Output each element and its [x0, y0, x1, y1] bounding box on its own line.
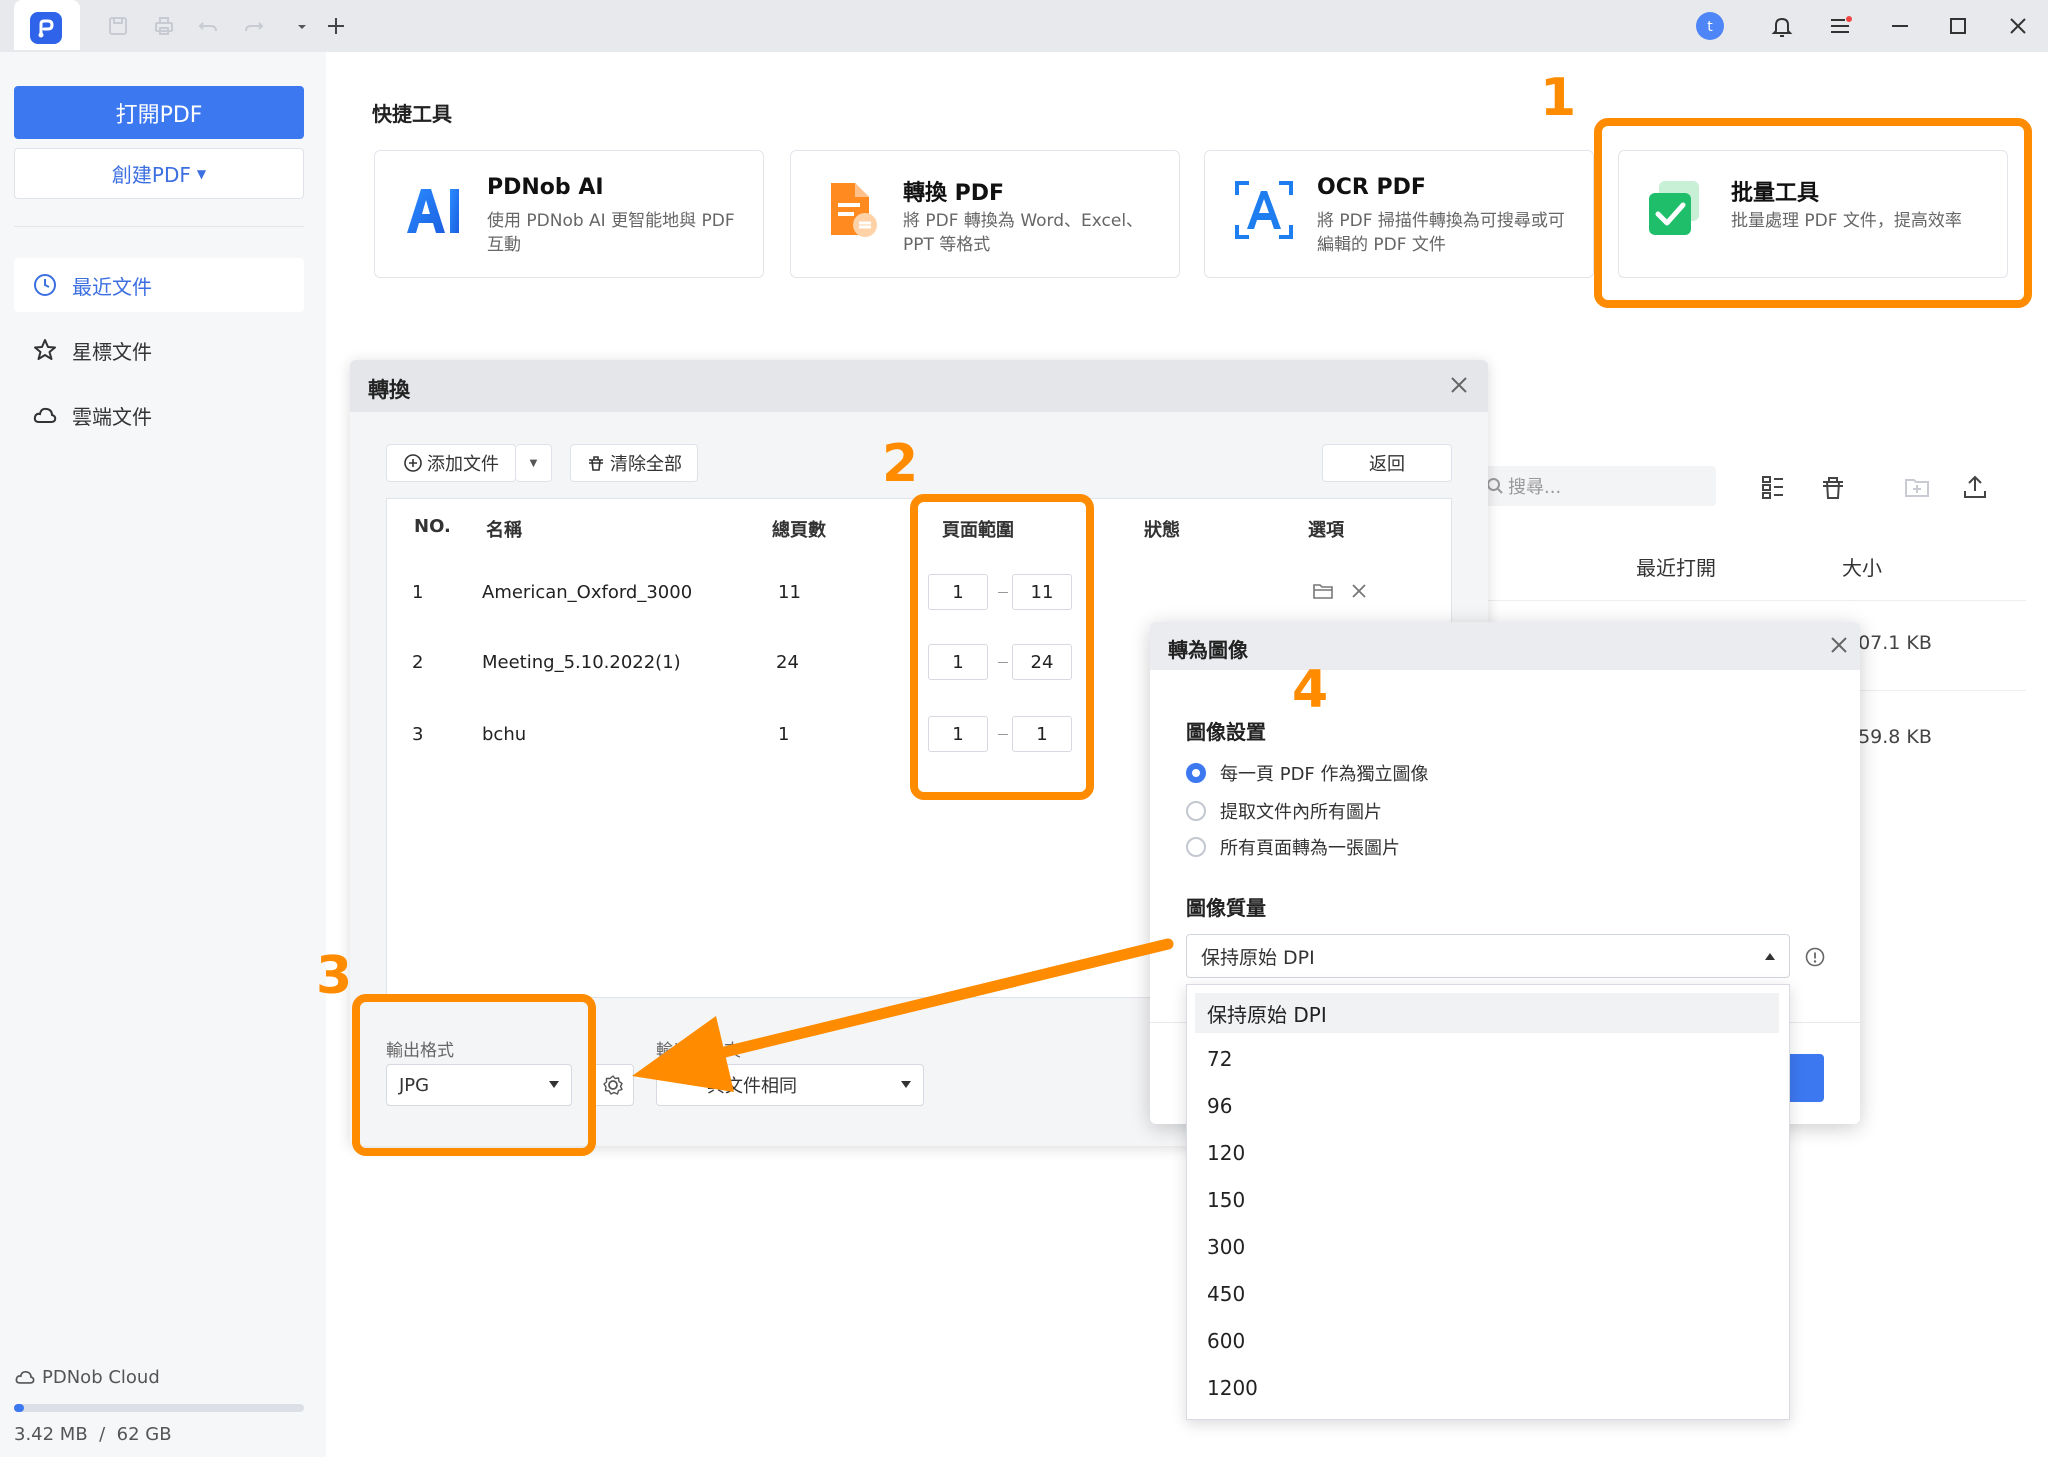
annotation-arrow — [632, 938, 1174, 1092]
